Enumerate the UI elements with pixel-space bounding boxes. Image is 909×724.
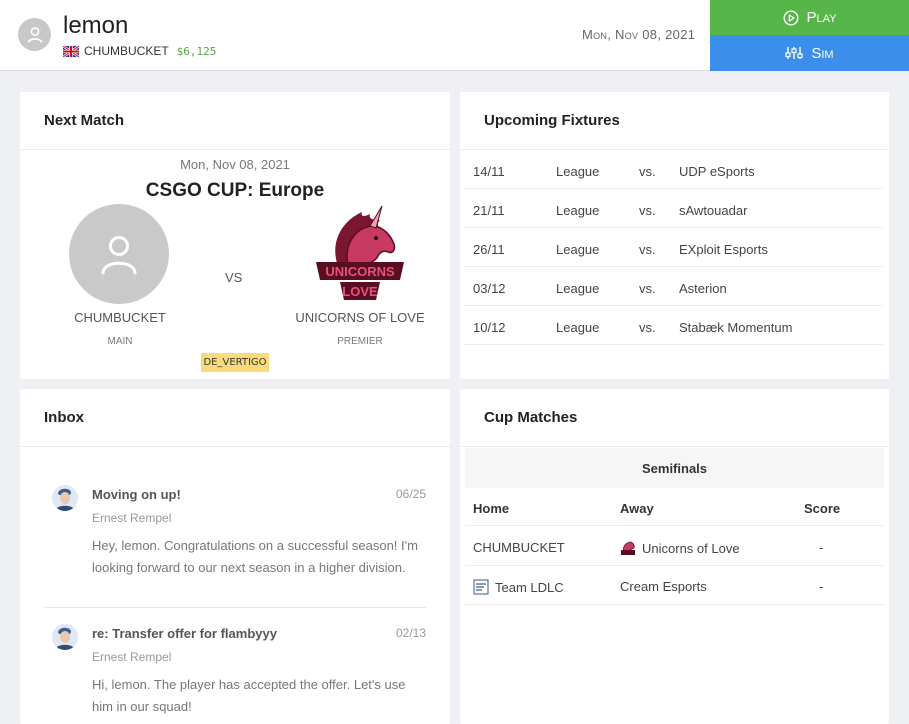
cup-round-label: Semifinals bbox=[465, 448, 884, 488]
sim-button-label: Sim bbox=[811, 44, 834, 62]
cup-home-team: Team LDLC bbox=[495, 580, 564, 595]
message-body: Hi, lemon. The player has accepted the o… bbox=[92, 677, 406, 714]
play-button-label: Play bbox=[806, 9, 837, 26]
next-match-title: Next Match bbox=[20, 92, 450, 150]
cup-away-team[interactable]: Cream Esports bbox=[620, 579, 707, 594]
svg-text:UNICORNS: UNICORNS bbox=[325, 264, 395, 279]
home-team-division: MAIN bbox=[107, 336, 133, 347]
fixture-opponent[interactable]: EXploit Esports bbox=[679, 242, 768, 257]
fixture-vs: vs. bbox=[639, 203, 656, 218]
map-badge: DE_VERTIGO bbox=[201, 353, 269, 372]
cup-match-row[interactable]: Team LDLC Cream Esports - bbox=[465, 566, 884, 605]
message-sender: Ernest Rempel bbox=[92, 511, 172, 525]
message-date: 02/13 bbox=[395, 626, 426, 640]
divider bbox=[44, 607, 426, 608]
fixture-row[interactable]: 03/12 League vs. Asterion bbox=[464, 267, 883, 306]
fixture-vs: vs. bbox=[639, 164, 656, 179]
cup-home-team-cell[interactable]: Team LDLC bbox=[473, 579, 564, 595]
home-team-name[interactable]: CHUMBUCKET bbox=[40, 310, 200, 325]
fixture-competition: League bbox=[556, 320, 600, 335]
cup-matches-card: Cup Matches Semifinals Home Away Score C… bbox=[460, 389, 889, 724]
sliders-icon bbox=[785, 47, 803, 59]
fixture-vs: vs. bbox=[639, 320, 656, 335]
away-team-logo[interactable]: UNICORNS LOVE bbox=[310, 204, 410, 304]
message-sender: Ernest Rempel bbox=[92, 650, 172, 664]
top-bar: lemon CHUMBUCKET $6,125 Mon, Nov 08, 202… bbox=[0, 0, 909, 71]
fixture-competition: League bbox=[556, 203, 600, 218]
team-money: $6,125 bbox=[176, 44, 217, 58]
user-icon bbox=[27, 26, 42, 43]
next-match-card: Next Match Mon, Nov 08, 2021 CSGO CUP: E… bbox=[20, 92, 450, 379]
fixture-date: 10/12 bbox=[473, 320, 506, 335]
fixture-date: 26/11 bbox=[473, 242, 505, 257]
inbox-title: Inbox bbox=[20, 389, 450, 447]
away-team-division: PREMIER bbox=[337, 336, 383, 347]
fixture-opponent[interactable]: Asterion bbox=[679, 281, 727, 296]
sender-avatar bbox=[52, 624, 78, 650]
fixture-competition: League bbox=[556, 164, 600, 179]
fixture-opponent[interactable]: Stabæk Momentum bbox=[679, 320, 792, 335]
team-name: CHUMBUCKET bbox=[84, 44, 169, 58]
cup-matches-title: Cup Matches bbox=[460, 389, 889, 447]
person-portrait-icon bbox=[52, 624, 78, 650]
message-subject: re: Transfer offer for flambyyy bbox=[92, 626, 277, 641]
svg-text:LOVE: LOVE bbox=[342, 284, 378, 299]
fixture-opponent[interactable]: sAwtouadar bbox=[679, 203, 747, 218]
ldlc-logo-icon bbox=[473, 579, 489, 595]
person-portrait-icon bbox=[52, 485, 78, 511]
current-date: Mon, Nov 08, 2021 bbox=[582, 27, 696, 42]
cup-table-header: Home Away Score bbox=[465, 488, 884, 526]
uk-flag-icon bbox=[63, 45, 79, 57]
header-home: Home bbox=[473, 501, 510, 516]
sim-button[interactable]: Sim bbox=[710, 35, 909, 71]
inbox-message[interactable]: re: Transfer offer for flambyyy 02/13 Er… bbox=[44, 624, 426, 719]
play-icon bbox=[782, 9, 799, 26]
unicorn-logo-icon: UNICORNS LOVE bbox=[316, 205, 404, 300]
fixture-row[interactable]: 21/11 League vs. sAwtouadar bbox=[464, 189, 883, 228]
fixture-vs: vs. bbox=[639, 281, 656, 296]
fixture-date: 14/11 bbox=[473, 164, 505, 179]
cup-score: - bbox=[819, 540, 824, 555]
message-date: 06/25 bbox=[395, 487, 426, 501]
cup-match-row[interactable]: CHUMBUCKET Unicorns of Love - bbox=[465, 527, 884, 566]
fixture-opponent[interactable]: UDP eSports bbox=[679, 164, 755, 179]
cup-table: Semifinals Home Away Score CHUMBUCKET Un… bbox=[465, 448, 884, 605]
username: lemon bbox=[63, 12, 129, 39]
cup-home-team[interactable]: CHUMBUCKET bbox=[473, 540, 565, 555]
team-info: CHUMBUCKET $6,125 bbox=[63, 44, 216, 58]
versus-label: VS bbox=[225, 270, 243, 285]
inbox-card: Inbox Moving on up! 06/25 Ernest Rempel … bbox=[20, 389, 450, 724]
match-date: Mon, Nov 08, 2021 bbox=[180, 157, 290, 172]
user-avatar[interactable] bbox=[18, 18, 51, 51]
unicorn-logo-icon bbox=[621, 541, 635, 555]
message-subject: Moving on up! bbox=[92, 487, 181, 502]
fixture-vs: vs. bbox=[639, 242, 656, 257]
fixture-row[interactable]: 10/12 League vs. Stabæk Momentum bbox=[464, 306, 883, 345]
message-body: Hey, lemon. Congratulations on a success… bbox=[92, 538, 418, 575]
header-away: Away bbox=[620, 501, 654, 516]
cup-score: - bbox=[819, 579, 824, 594]
fixture-row[interactable]: 14/11 League vs. UDP eSports bbox=[464, 150, 883, 189]
fixture-competition: League bbox=[556, 281, 600, 296]
inbox-message[interactable]: Moving on up! 06/25 Ernest Rempel Hey, l… bbox=[44, 485, 426, 595]
user-icon bbox=[101, 236, 137, 275]
home-team-logo[interactable] bbox=[69, 204, 169, 304]
match-competition: CSGO CUP: Europe bbox=[145, 180, 325, 201]
fixtures-title: Upcoming Fixtures bbox=[460, 92, 889, 150]
fixture-row[interactable]: 26/11 League vs. EXploit Esports bbox=[464, 228, 883, 267]
away-team-name[interactable]: UNICORNS OF LOVE bbox=[280, 310, 440, 325]
cup-away-team: Unicorns of Love bbox=[642, 541, 740, 556]
sender-avatar bbox=[52, 485, 78, 511]
fixtures-card: Upcoming Fixtures 14/11 League vs. UDP e… bbox=[460, 92, 889, 379]
fixture-competition: League bbox=[556, 242, 600, 257]
fixture-date: 03/12 bbox=[473, 281, 506, 296]
cup-away-team-cell[interactable]: Unicorns of Love bbox=[620, 540, 740, 556]
header-score: Score bbox=[804, 501, 841, 516]
play-button[interactable]: Play bbox=[710, 0, 909, 35]
fixture-date: 21/11 bbox=[473, 203, 505, 218]
